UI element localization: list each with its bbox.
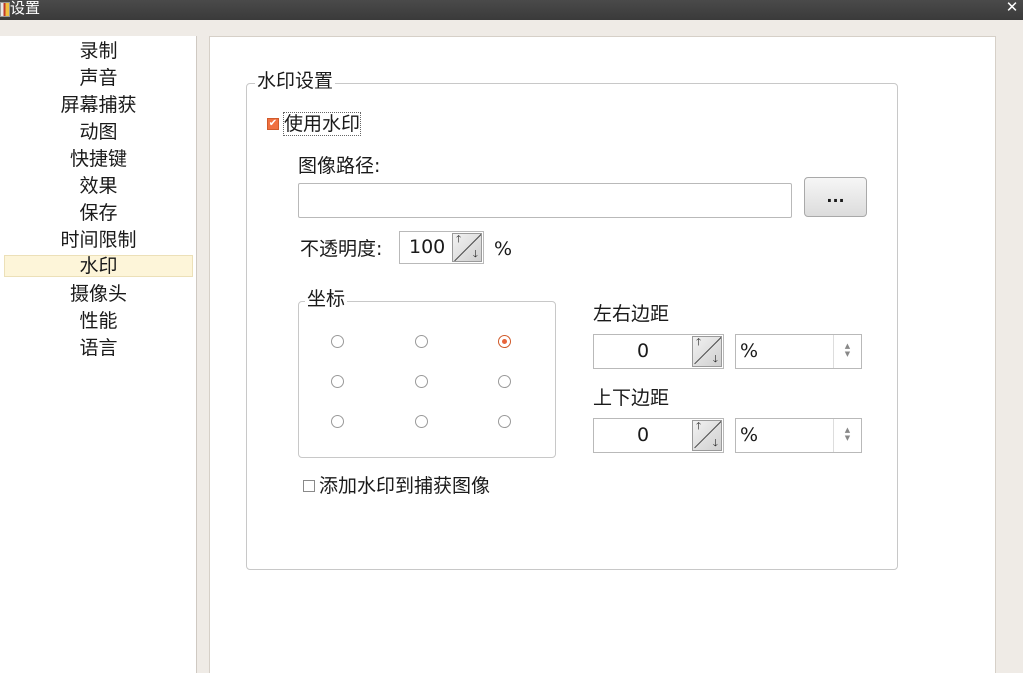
sidebar-item-watermark[interactable]: 水印 (4, 255, 193, 277)
vertical-margin-unit-value: % (740, 424, 759, 446)
horizontal-margin-unit-value: % (740, 340, 759, 362)
title-bar: 设置 ✕ (0, 0, 1023, 20)
browse-button[interactable]: ... (804, 177, 867, 217)
position-center-radio[interactable] (415, 375, 428, 388)
horizontal-margin-label: 左右边距 (593, 303, 670, 325)
position-bottom-right-radio[interactable] (498, 415, 511, 428)
vertical-margin-value[interactable]: 0 (637, 419, 649, 452)
sidebar-item-language[interactable]: 语言 (4, 337, 193, 359)
opacity-label: 不透明度: (300, 238, 383, 260)
position-top-center-radio[interactable] (415, 335, 428, 348)
chevron-updown-icon[interactable]: ▲ ▼ (833, 335, 861, 368)
coordinate-title: 坐标 (305, 288, 348, 310)
vertical-margin-spinbox[interactable]: 0 🡑 🡓 (593, 418, 724, 453)
position-bottom-center-radio[interactable] (415, 415, 428, 428)
position-middle-right-radio[interactable] (498, 375, 511, 388)
horizontal-margin-value[interactable]: 0 (637, 335, 649, 368)
close-icon[interactable]: ✕ (1003, 0, 1021, 17)
vertical-margin-label: 上下边距 (593, 387, 670, 409)
sidebar-item-audio[interactable]: 声音 (4, 67, 193, 89)
sidebar-item-gif[interactable]: 动图 (4, 121, 193, 143)
horizontal-margin-spin-buttons[interactable]: 🡑 🡓 (692, 336, 722, 367)
sidebar-item-effects[interactable]: 效果 (4, 175, 193, 197)
position-top-left-radio[interactable] (331, 335, 344, 348)
horizontal-margin-unit-select[interactable]: % ▲ ▼ (735, 334, 862, 369)
image-path-label: 图像路径: (298, 155, 381, 177)
settings-content: 水印设置 ✔ 使用水印 图像路径: ... 不透明度: 100 🡑 🡓 % 左右… (209, 36, 996, 673)
opacity-spin-buttons[interactable]: 🡑 🡓 (452, 233, 482, 262)
add-to-capture-checkbox[interactable] (303, 480, 315, 492)
sidebar-item-webcam[interactable]: 摄像头 (4, 283, 193, 305)
opacity-spinbox[interactable]: 100 🡑 🡓 (399, 231, 484, 264)
watermark-settings-title: 水印设置 (255, 70, 336, 92)
settings-sidebar: 录制 声音 屏幕捕获 动图 快捷键 效果 保存 时间限制 水印 摄像头 性能 语… (0, 36, 197, 673)
coordinate-group: 坐标 (298, 288, 556, 458)
sidebar-item-record[interactable]: 录制 (4, 40, 193, 62)
spin-up-icon[interactable]: 🡑 (456, 234, 461, 246)
vertical-margin-unit-select[interactable]: % ▲ ▼ (735, 418, 862, 453)
sidebar-item-save[interactable]: 保存 (4, 202, 193, 224)
image-path-input[interactable] (298, 183, 792, 218)
use-watermark-label[interactable]: 使用水印 (282, 112, 362, 136)
spin-up-icon[interactable]: 🡑 (696, 337, 701, 349)
spin-down-icon[interactable]: 🡓 (713, 354, 718, 366)
opacity-unit: % (494, 238, 513, 260)
vertical-margin-spin-buttons[interactable]: 🡑 🡓 (692, 420, 722, 451)
sidebar-item-screen-capture[interactable]: 屏幕捕获 (4, 94, 193, 116)
opacity-value[interactable]: 100 (409, 232, 445, 262)
sidebar-item-time-limit[interactable]: 时间限制 (4, 229, 193, 251)
sidebar-item-hotkeys[interactable]: 快捷键 (4, 148, 193, 170)
spin-down-icon[interactable]: 🡓 (473, 249, 478, 261)
position-top-right-radio[interactable] (498, 335, 511, 348)
use-watermark-checkbox[interactable]: ✔ (267, 118, 279, 130)
position-bottom-left-radio[interactable] (331, 415, 344, 428)
horizontal-margin-spinbox[interactable]: 0 🡑 🡓 (593, 334, 724, 369)
position-middle-left-radio[interactable] (331, 375, 344, 388)
app-icon (0, 2, 10, 17)
chevron-updown-icon[interactable]: ▲ ▼ (833, 419, 861, 452)
sidebar-item-performance[interactable]: 性能 (4, 310, 193, 332)
spin-down-icon[interactable]: 🡓 (713, 438, 718, 450)
window-title: 设置 (10, 0, 41, 17)
spin-up-icon[interactable]: 🡑 (696, 421, 701, 433)
add-to-capture-label[interactable]: 添加水印到捕获图像 (319, 475, 490, 497)
